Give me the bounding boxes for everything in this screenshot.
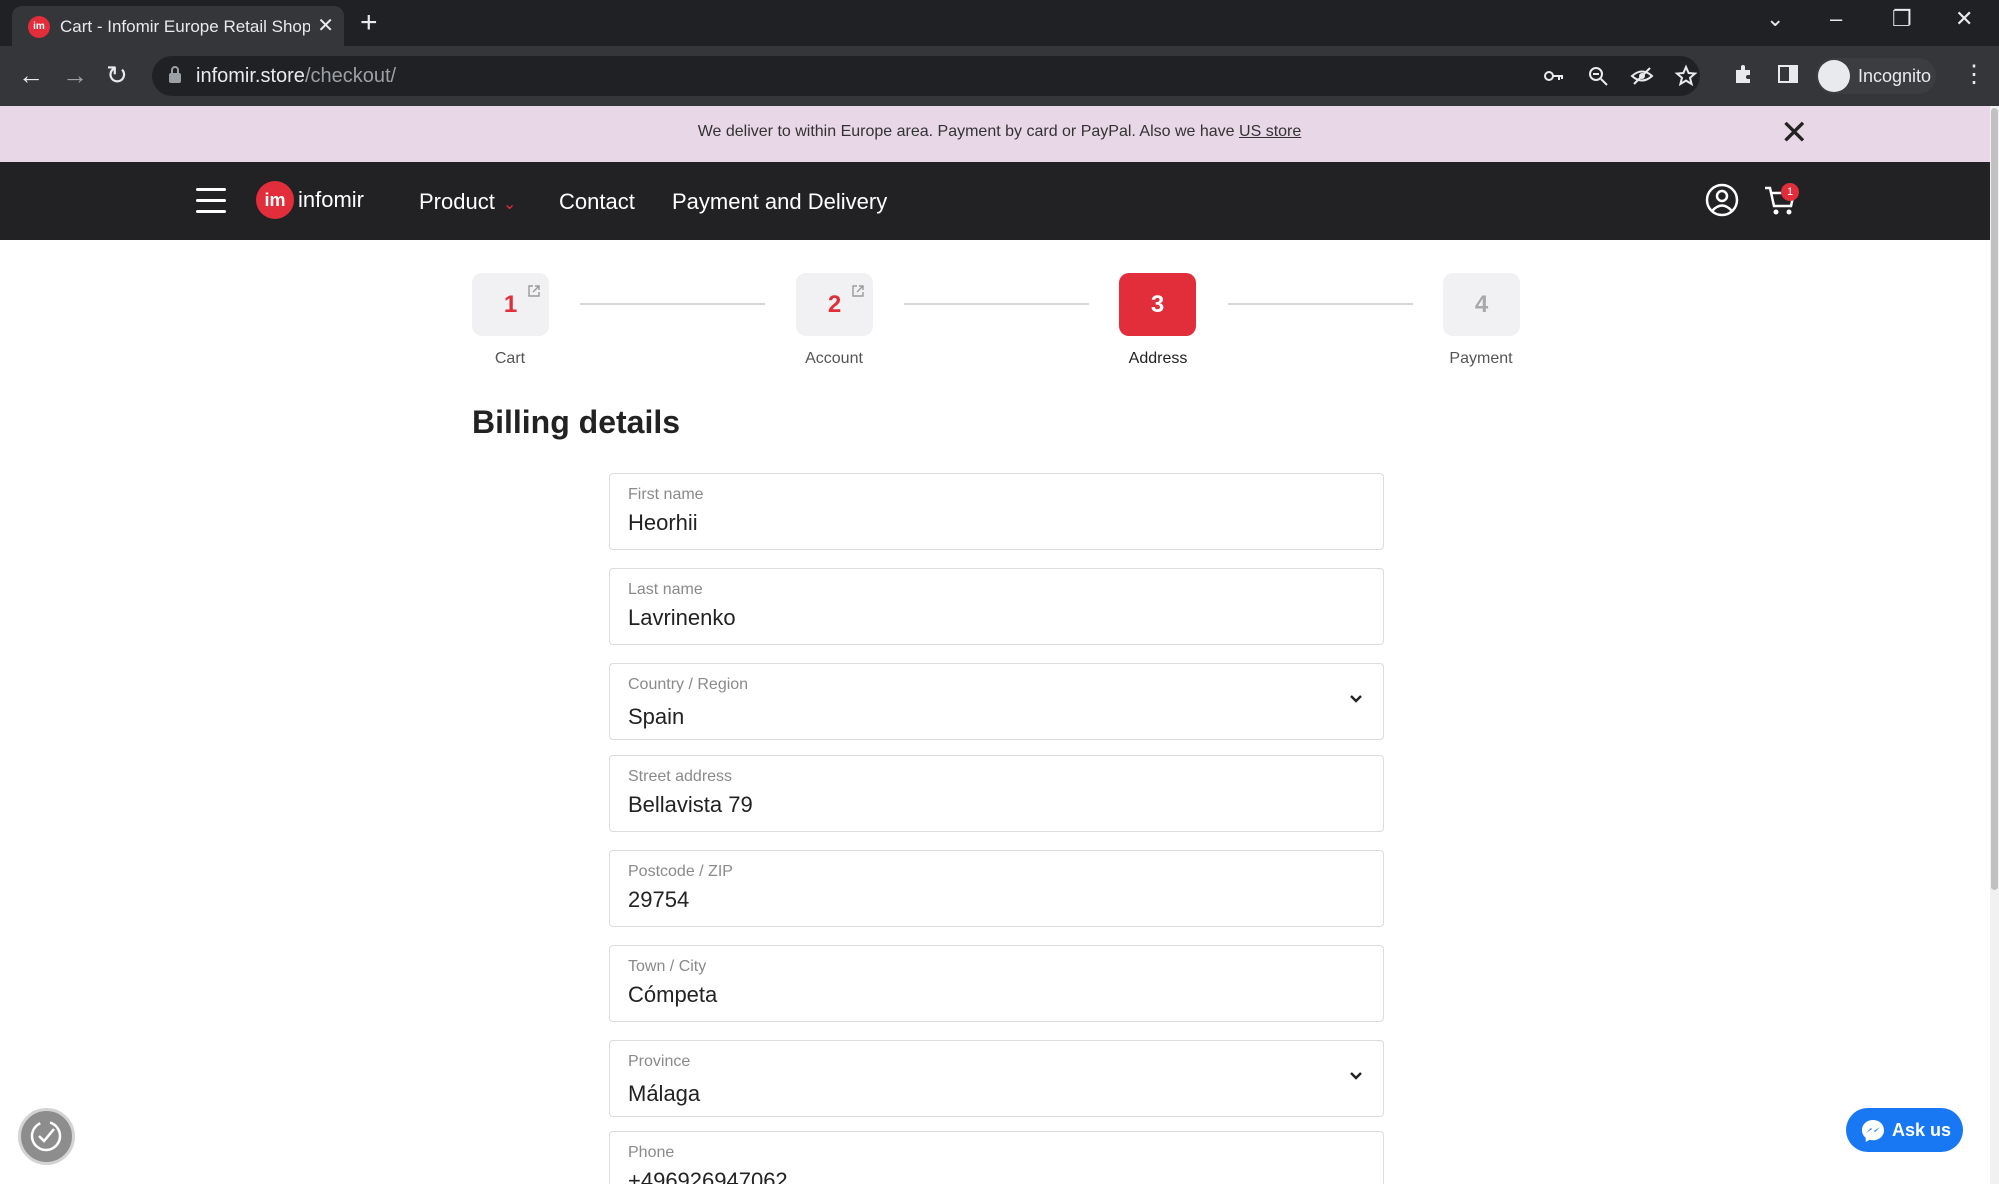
- phone-label: Phone: [628, 1144, 675, 1161]
- province-select[interactable]: Province Málaga: [609, 1040, 1384, 1117]
- delivery-banner: We deliver to within Europe area. Paymen…: [0, 106, 1990, 162]
- phone-field[interactable]: Phone +496926947062: [609, 1131, 1384, 1184]
- step-cart-button[interactable]: 1: [472, 273, 549, 336]
- first-name-field[interactable]: First name Heorhii: [609, 473, 1384, 550]
- province-label: Province: [628, 1053, 691, 1070]
- eye-off-icon[interactable]: [1630, 64, 1654, 88]
- city-field[interactable]: Town / City Cómpeta: [609, 945, 1384, 1022]
- street-address-value[interactable]: Bellavista 79: [628, 792, 753, 818]
- nav-payment-delivery[interactable]: Payment and Delivery: [672, 189, 887, 215]
- messenger-icon: [1862, 1120, 1884, 1142]
- step-cart-label: Cart: [494, 350, 526, 367]
- banner-close-icon[interactable]: ✕: [1780, 116, 1809, 150]
- last-name-label: Last name: [628, 581, 703, 598]
- nav-product[interactable]: Product ⌄: [419, 189, 516, 215]
- window-close-icon[interactable]: ✕: [1955, 6, 1973, 32]
- country-label: Country / Region: [628, 676, 749, 693]
- tab-close-icon[interactable]: ✕: [317, 15, 334, 37]
- url-host: infomir.store: [196, 65, 305, 87]
- step-account-label: Account: [805, 350, 863, 367]
- step-connector: [904, 303, 1089, 305]
- country-value[interactable]: Spain: [628, 704, 684, 730]
- postcode-field[interactable]: Postcode / ZIP 29754: [609, 850, 1384, 927]
- street-address-label: Street address: [628, 768, 733, 785]
- lock-icon: [169, 66, 181, 83]
- profile-label: Incognito: [1858, 66, 1932, 86]
- phone-value[interactable]: +496926947062: [628, 1168, 788, 1184]
- step-account-button[interactable]: 2: [796, 273, 873, 336]
- first-name-value[interactable]: Heorhii: [628, 510, 698, 536]
- step-connector: [580, 303, 765, 305]
- scrollbar-thumb[interactable]: [1991, 108, 1998, 890]
- forward-icon[interactable]: →: [62, 60, 88, 90]
- side-panel-icon[interactable]: [1776, 62, 1800, 86]
- city-value[interactable]: Cómpeta: [628, 982, 717, 1008]
- external-link-icon: [852, 285, 864, 297]
- logo-mark: im: [256, 181, 294, 219]
- key-icon[interactable]: [1542, 64, 1566, 88]
- country-select[interactable]: Country / Region Spain: [609, 663, 1384, 740]
- address-bar[interactable]: infomir.store/checkout/: [152, 56, 1700, 96]
- bookmark-star-icon[interactable]: [1674, 64, 1698, 88]
- us-store-link[interactable]: US store: [1239, 123, 1301, 140]
- chevron-down-icon: ⌄: [502, 196, 517, 213]
- province-value[interactable]: Málaga: [628, 1081, 700, 1107]
- last-name-field[interactable]: Last name Lavrinenko: [609, 568, 1384, 645]
- back-icon[interactable]: ←: [18, 60, 44, 90]
- ask-us-label: Ask us: [1892, 1120, 1952, 1140]
- incognito-icon: [1818, 60, 1850, 92]
- step-payment-button: 4: [1443, 273, 1520, 336]
- logo-wordmark: infomir: [298, 187, 365, 212]
- chevron-down-icon[interactable]: [1349, 1071, 1363, 1081]
- nav-contact[interactable]: Contact: [559, 189, 635, 215]
- cookie-check-icon: [30, 1120, 62, 1152]
- cookie-settings-button[interactable]: [18, 1108, 75, 1165]
- step-address-button[interactable]: 3: [1119, 273, 1196, 336]
- extensions-icon[interactable]: [1732, 62, 1756, 86]
- last-name-value[interactable]: Lavrinenko: [628, 605, 736, 631]
- hamburger-menu-icon[interactable]: [196, 188, 226, 214]
- step-payment-label: Payment: [1449, 350, 1513, 367]
- minimize-icon[interactable]: –: [1830, 6, 1842, 32]
- external-link-icon: [528, 285, 540, 297]
- tab-title: Cart - Infomir Europe Retail Shop: [60, 17, 310, 36]
- banner-text: We deliver to within Europe area. Paymen…: [0, 123, 1999, 141]
- cart-count-badge: 1: [1781, 183, 1799, 201]
- step-connector: [1228, 303, 1413, 305]
- reload-icon[interactable]: ↻: [106, 60, 128, 90]
- restore-icon[interactable]: ❐: [1892, 6, 1912, 32]
- city-label: Town / City: [628, 958, 707, 975]
- site-favicon-icon: im: [28, 16, 50, 38]
- chevron-down-icon[interactable]: [1349, 694, 1363, 704]
- step-address-label: Address: [1128, 350, 1188, 367]
- url-text: infomir.store/checkout/: [196, 65, 396, 88]
- nav-product-label: Product: [419, 189, 495, 214]
- site-header: im infomir Product ⌄ Contact Payment and …: [0, 162, 1990, 240]
- postcode-label: Postcode / ZIP: [628, 863, 733, 880]
- browser-tab-strip: im Cart - Infomir Europe Retail Shop ✕ +…: [0, 0, 1999, 46]
- ask-us-button[interactable]: Ask us: [1846, 1108, 1963, 1152]
- incognito-profile-button[interactable]: Incognito: [1816, 58, 1936, 94]
- first-name-label: First name: [628, 486, 704, 503]
- banner-message: We deliver to within Europe area. Paymen…: [697, 123, 1235, 140]
- browser-toolbar: ← → ↻ infomir.store/checkout/ Incognito …: [0, 46, 1999, 106]
- browser-tab[interactable]: im Cart - Infomir Europe Retail Shop ✕: [12, 6, 344, 46]
- url-path: /checkout/: [304, 65, 397, 87]
- postcode-value[interactable]: 29754: [628, 887, 689, 913]
- billing-details-title: Billing details: [472, 404, 681, 440]
- street-address-field[interactable]: Street address Bellavista 79: [609, 755, 1384, 832]
- new-tab-icon[interactable]: +: [360, 7, 378, 39]
- account-icon[interactable]: [1704, 182, 1740, 218]
- browser-menu-icon[interactable]: ⋮: [1962, 62, 1986, 88]
- zoom-out-icon[interactable]: [1586, 64, 1610, 88]
- tab-search-chevron-icon[interactable]: ⌄: [1766, 6, 1784, 32]
